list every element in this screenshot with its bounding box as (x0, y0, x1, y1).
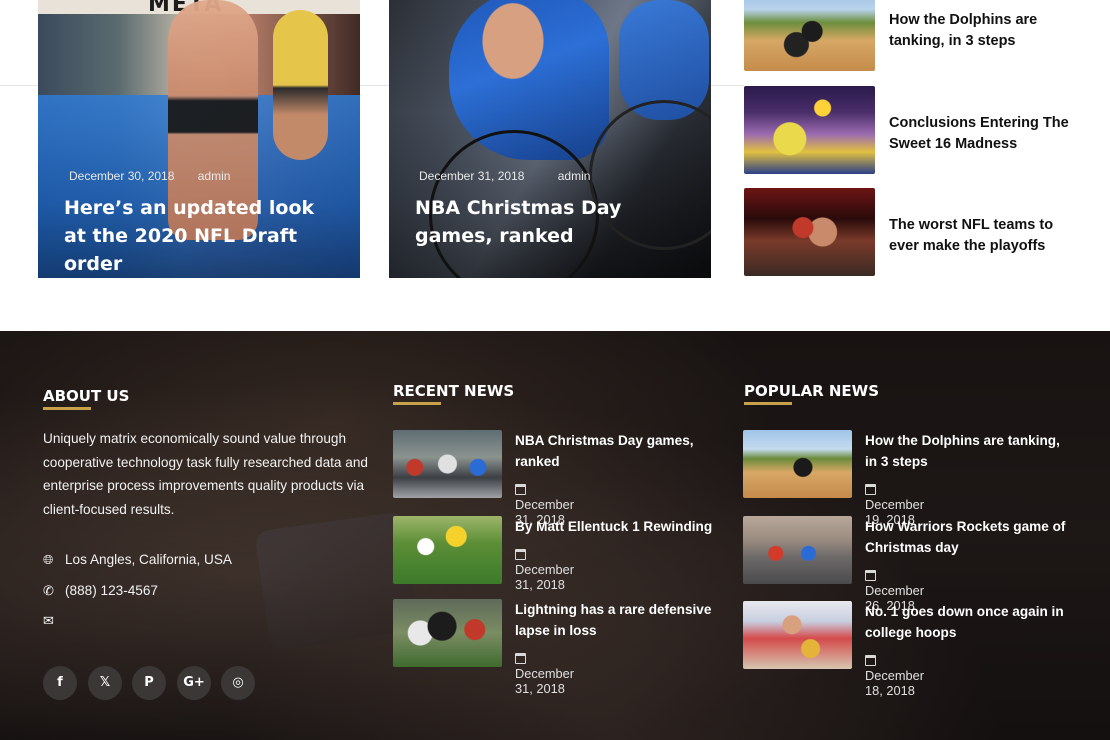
news-thumbnail[interactable] (743, 430, 852, 498)
card-title[interactable]: NBA Christmas Day games, ranked (415, 194, 691, 250)
post-date[interactable]: December 30, 2018 (69, 169, 174, 183)
news-thumbnail[interactable] (743, 601, 852, 669)
card-meta: December 31, 2018 admin (419, 169, 590, 183)
latest-posts-section: META December 30, 2018 admin Here’s an u… (0, 0, 1110, 331)
news-title[interactable]: NBA Christmas Day games, ranked (515, 430, 720, 472)
post-title[interactable]: How the Dolphins are tanking, in 3 steps (889, 10, 1079, 51)
post-date[interactable]: December 31, 2018 (419, 169, 524, 183)
envelope-icon: ✉ (43, 613, 54, 628)
news-thumbnail[interactable] (393, 430, 502, 498)
calendar-icon (865, 655, 876, 666)
card-meta: December 30, 2018 admin (69, 169, 230, 183)
news-title[interactable]: How the Dolphins are tanking, in 3 steps (865, 430, 1070, 472)
instagram-icon[interactable]: ◎ (221, 666, 255, 700)
news-thumbnail[interactable] (393, 516, 502, 584)
news-title[interactable]: Lightning has a rare defensive lapse in … (515, 599, 720, 641)
news-thumbnail[interactable] (393, 599, 502, 667)
list-item[interactable]: Conclusions Entering The Sweet 16 Madnes… (744, 86, 1084, 174)
calendar-icon (515, 549, 526, 560)
contact-location: 🌐︎ Los Angles, California, USA (43, 552, 232, 567)
news-date: December 31, 2018 (515, 651, 574, 696)
contact-email[interactable]: ✉ (43, 613, 65, 629)
news-date: December 18, 2018 (865, 653, 924, 698)
post-title[interactable]: The worst NFL teams to ever make the pla… (889, 215, 1079, 256)
news-title[interactable]: No. 1 goes down once again in college ho… (865, 601, 1070, 643)
post-author[interactable]: admin (198, 169, 231, 183)
phone-icon: ✆ (43, 583, 54, 598)
news-title[interactable]: By Matt Ellentuck 1 Rewinding (515, 516, 720, 537)
post-author[interactable]: admin (558, 169, 591, 183)
post-thumbnail[interactable] (744, 0, 875, 71)
list-item[interactable]: The worst NFL teams to ever make the pla… (744, 188, 1084, 276)
site-footer: ABOUT US Uniquely matrix economically so… (0, 331, 1110, 740)
globe-icon: 🌐︎ (43, 552, 54, 567)
featured-card[interactable]: META December 30, 2018 admin Here’s an u… (38, 0, 360, 278)
card-title[interactable]: Here’s an updated look at the 2020 NFL D… (64, 194, 340, 278)
post-thumbnail[interactable] (744, 86, 875, 174)
recent-news-heading: RECENT NEWS (393, 382, 515, 405)
post-title[interactable]: Conclusions Entering The Sweet 16 Madnes… (889, 113, 1079, 154)
news-date: December 31, 2018 (515, 547, 574, 592)
featured-card[interactable]: December 31, 2018 admin NBA Christmas Da… (389, 0, 711, 278)
news-thumbnail[interactable] (743, 516, 852, 584)
calendar-icon (515, 484, 526, 495)
popular-news-heading: POPULAR NEWS (744, 382, 880, 405)
x-icon[interactable]: 𝕏 (88, 666, 122, 700)
google-plus-icon[interactable]: G+ (177, 666, 211, 700)
list-item[interactable]: How the Dolphins are tanking, in 3 steps (744, 0, 1084, 71)
pinterest-icon[interactable]: P (132, 666, 166, 700)
calendar-icon (515, 653, 526, 664)
calendar-icon (865, 484, 876, 495)
news-title[interactable]: How Warriors Rockets game of Christmas d… (865, 516, 1070, 558)
post-thumbnail[interactable] (744, 188, 875, 276)
calendar-icon (865, 570, 876, 581)
about-text: Uniquely matrix economically sound value… (43, 431, 368, 517)
facebook-icon[interactable]: f (43, 666, 77, 700)
about-heading: ABOUT US (43, 387, 130, 410)
contact-phone[interactable]: ✆ (888) 123-4567 (43, 583, 158, 599)
